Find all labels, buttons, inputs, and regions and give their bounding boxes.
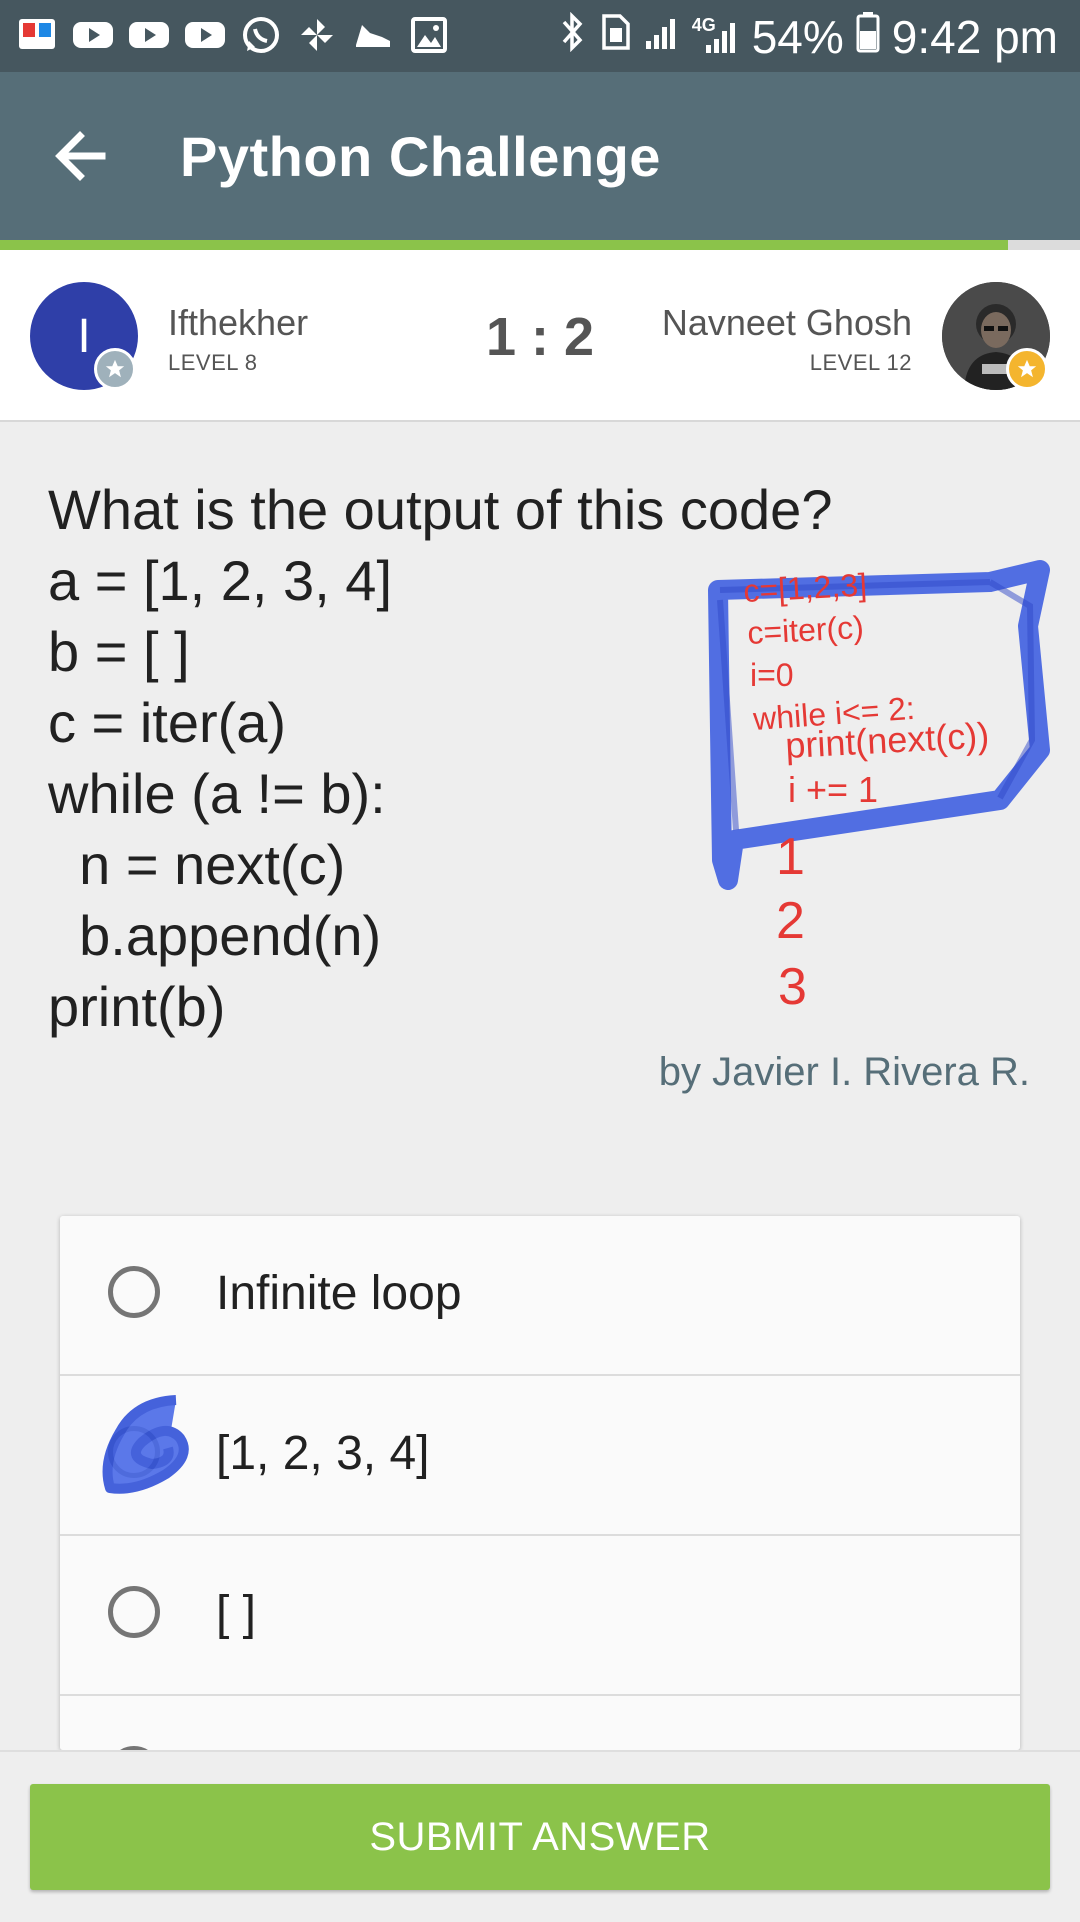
radio-button[interactable]	[108, 1266, 160, 1318]
annotation-output: 1	[776, 828, 805, 886]
answer-option-label: [ ]	[216, 1587, 257, 1640]
answer-option[interactable]: [1, 2, 3, 4]	[60, 1376, 1020, 1536]
score: 1 : 2	[485, 307, 595, 367]
star-badge-icon	[1006, 348, 1048, 390]
sim-icon	[598, 12, 632, 63]
annotation-code-line: c=[1,2,3]	[742, 567, 867, 609]
signal-4g-icon: 4G	[692, 15, 740, 55]
answer-option[interactable]: [ ]	[60, 1536, 1020, 1696]
battery-icon	[856, 11, 880, 64]
system-status: 4G 54% 9:42 pm	[560, 10, 1058, 64]
submit-answer-button[interactable]: SUBMIT ANSWER	[30, 1784, 1050, 1890]
page-title: Python Challenge	[180, 125, 661, 188]
player-right-level: LEVEL 12	[809, 350, 912, 375]
pinwheel-icon	[296, 14, 338, 56]
whatsapp-icon	[240, 14, 282, 56]
question-author: by Javier I. Rivera R.	[658, 1050, 1030, 1094]
youtube-icon	[72, 14, 114, 56]
shoe-icon	[352, 14, 394, 56]
answer-option-label: [1, 2, 3, 4]	[216, 1427, 430, 1480]
bluetooth-icon	[560, 11, 586, 63]
scribble-mark-icon	[102, 1395, 189, 1494]
question-progress-bar	[0, 240, 1080, 250]
notification-icons	[16, 14, 450, 56]
clock: 9:42 pm	[891, 11, 1058, 63]
back-arrow-icon	[55, 131, 106, 181]
annotation-output: 3	[778, 958, 807, 1016]
youtube-icon	[128, 14, 170, 56]
youtube-icon	[184, 14, 226, 56]
answer-option-label: Infinite loop	[216, 1267, 462, 1320]
network-type-label: 4G	[691, 15, 716, 35]
annotation-code-line: i=0	[750, 657, 794, 693]
status-bar: 4G 54% 9:42 pm	[0, 0, 1080, 72]
dictionary-app-icon	[16, 14, 58, 56]
answer-options: Infinite loop [1, 2, 3, 4] [ ]	[60, 1216, 1020, 1750]
back-button[interactable]	[50, 124, 114, 188]
player-right-name: Navneet Ghosh	[661, 302, 912, 343]
annotation-code-line: i += 1	[788, 769, 878, 810]
answer-option[interactable]: Infinite loop	[60, 1216, 1020, 1376]
bottom-panel: SUBMIT ANSWER	[0, 1750, 1080, 1922]
radio-button[interactable]	[108, 1586, 160, 1638]
annotation-output: 2	[776, 892, 805, 950]
app-bar: Python Challenge	[0, 72, 1080, 240]
battery-percent: 54%	[751, 11, 844, 63]
annotation-code-line: c=iter(c)	[746, 609, 864, 651]
image-icon	[408, 14, 450, 56]
question-progress-fill	[0, 240, 1008, 250]
players-header: I Ifthekher LEVEL 8 1 : 2 Navneet Ghosh …	[0, 250, 1080, 422]
signal-icon	[644, 12, 680, 62]
answer-option[interactable]	[60, 1696, 1020, 1750]
handwritten-annotation: c=[1,2,3] c=iter(c) i=0 while i<= 2: pri…	[700, 530, 1060, 1050]
